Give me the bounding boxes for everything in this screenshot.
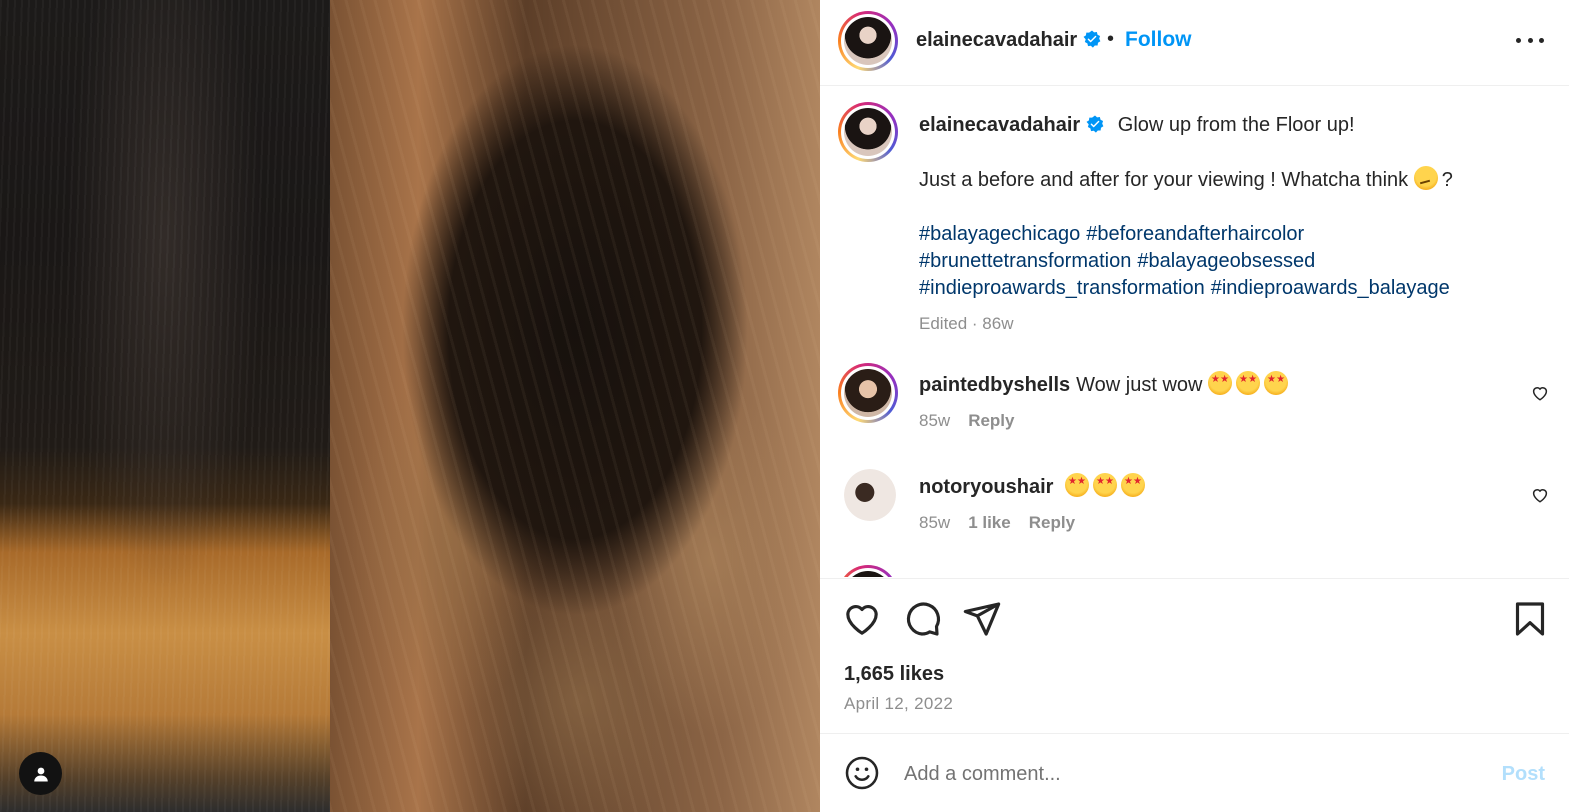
hashtag-link[interactable]: #balayageobsessed: [1137, 250, 1315, 272]
post-caption: elainecavadahair Glow up from the Floor …: [919, 112, 1549, 337]
hashtag-list: #balayagechicago #beforeandafterhaircolor…: [919, 221, 1549, 302]
comment-meta: 85w Reply: [919, 411, 1032, 431]
verified-badge-icon: [1086, 115, 1104, 133]
heart-icon[interactable]: [842, 599, 882, 639]
hashtag-link[interactable]: #brunettetransformation: [919, 250, 1131, 272]
author-username[interactable]: elainecavadahair: [916, 29, 1101, 52]
comment-item: notoryoushair 85w 1 like Reply: [820, 465, 1569, 555]
thinking-emoji: [1413, 166, 1438, 190]
comment-item: paintedbyshells Wow just wow 85w Reply: [820, 363, 1569, 453]
star-eyes-emoji: [1264, 371, 1289, 395]
comment-icon[interactable]: [902, 599, 942, 639]
after-photo: [330, 0, 820, 812]
before-photo: [0, 0, 330, 812]
reply-button[interactable]: Reply: [1029, 513, 1075, 532]
post-date: April 12, 2022: [844, 694, 954, 713]
post-media[interactable]: [0, 0, 820, 812]
caption-body: Just a before and after for your viewing…: [919, 169, 1409, 191]
reply-button[interactable]: Reply: [968, 411, 1014, 430]
share-icon[interactable]: [962, 599, 1002, 639]
hashtag-link[interactable]: #indieproawards_balayage: [1211, 277, 1450, 299]
comment-item-partial: [820, 565, 1569, 577]
comment-text: Wow just wow: [1076, 374, 1203, 396]
caption-author-avatar[interactable]: [838, 102, 898, 162]
comment-input[interactable]: [904, 755, 1484, 793]
post-actions: 1,665 likes April 12, 2022: [820, 578, 1569, 734]
separator-dot: •: [1107, 28, 1115, 50]
star-eyes-emoji: [1208, 371, 1233, 395]
add-comment-bar: Post: [820, 735, 1569, 812]
comments-scroll-area[interactable]: elainecavadahair Glow up from the Floor …: [820, 87, 1569, 577]
commenter-avatar[interactable]: [844, 469, 896, 521]
star-eyes-emoji: [1121, 473, 1146, 497]
like-count[interactable]: 1,665 likes: [844, 663, 944, 686]
hashtag-link[interactable]: #beforeandafterhaircolor: [1086, 223, 1304, 245]
post-side-panel: elainecavadahair • Follow elainecavadaha…: [820, 0, 1569, 812]
emoji-icon[interactable]: [844, 755, 880, 791]
hashtag-link[interactable]: #balayagechicago: [919, 223, 1080, 245]
heart-icon[interactable]: [1531, 384, 1549, 402]
bookmark-icon[interactable]: [1510, 599, 1550, 639]
post-header: elainecavadahair • Follow: [820, 0, 1569, 86]
verified-badge-icon: [1083, 30, 1101, 48]
comment-age: 85w: [919, 411, 951, 430]
commenter-username[interactable]: paintedbyshells: [919, 374, 1070, 396]
follow-button[interactable]: Follow: [1125, 28, 1192, 52]
comment-like-count[interactable]: 1 like: [968, 513, 1011, 532]
caption-meta: Edited · 86w: [919, 314, 1014, 333]
tag-user-icon: [33, 767, 48, 781]
more-options-icon: [1516, 37, 1521, 43]
caption-author-username[interactable]: elainecavadahair: [919, 114, 1104, 136]
commenter-username[interactable]: notoryoushair: [919, 476, 1053, 498]
more-options-button[interactable]: [1514, 28, 1546, 52]
hashtag-link[interactable]: #indieproawards_transformation: [919, 277, 1205, 299]
tagged-users-button[interactable]: [19, 752, 62, 795]
caption-title: Glow up from the Floor up!: [1117, 114, 1355, 136]
commenter-avatar[interactable]: [838, 565, 898, 577]
author-avatar[interactable]: [838, 11, 898, 71]
star-eyes-emoji: [1236, 371, 1261, 395]
comment-meta: 85w 1 like Reply: [919, 513, 1093, 533]
commenter-avatar[interactable]: [838, 363, 898, 423]
star-eyes-emoji: [1065, 473, 1090, 497]
heart-icon[interactable]: [1531, 486, 1549, 504]
star-eyes-emoji: [1093, 473, 1118, 497]
post-comment-button[interactable]: Post: [1502, 763, 1545, 786]
comment-age: 85w: [919, 513, 951, 532]
